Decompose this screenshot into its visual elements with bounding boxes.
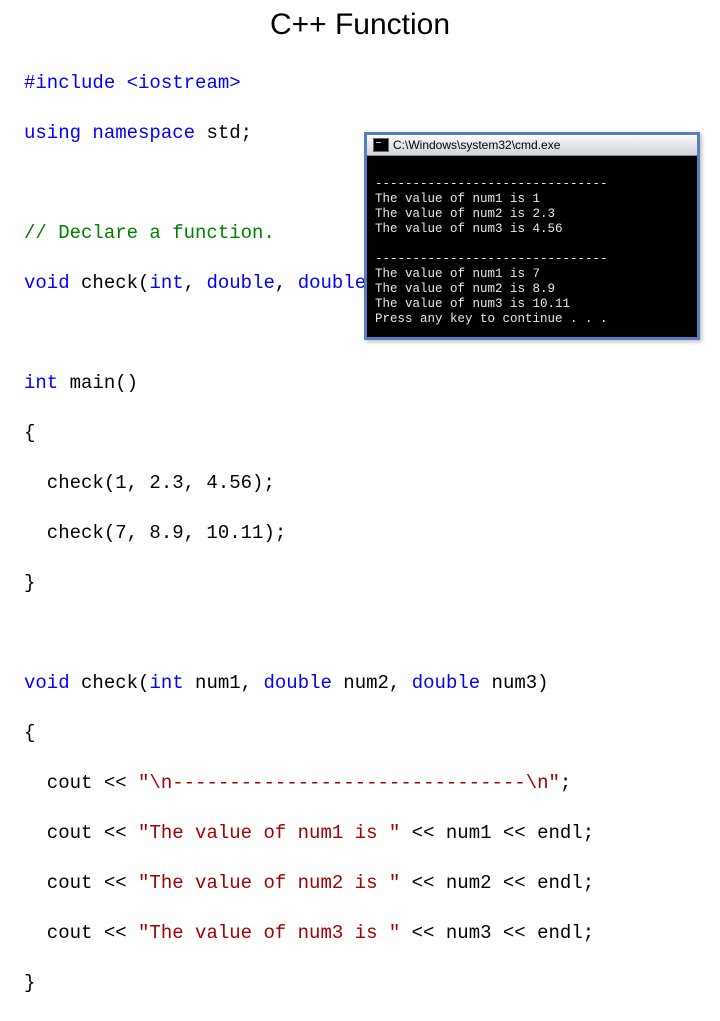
console-titlebar: C:\Windows\system32\cmd.exe: [367, 135, 697, 156]
code-line: cout << "The value of num2 is " << num2 …: [24, 871, 720, 896]
code-text: check(: [70, 272, 150, 294]
brace: }: [24, 572, 35, 594]
console-window: C:\Windows\system32\cmd.exe ------------…: [364, 132, 700, 340]
code-line: cout << "The value of num1 is " << num1 …: [24, 821, 720, 846]
code-text: num1,: [184, 672, 264, 694]
code-text: cout <<: [24, 922, 138, 944]
code-text: std;: [195, 122, 252, 144]
code-line: #include <iostream>: [24, 71, 720, 96]
string-literal: "The value of num1 is ": [138, 822, 400, 844]
code-line: {: [24, 421, 720, 446]
code-text: check(1, 2.3, 4.56);: [24, 472, 275, 494]
code-text: [115, 72, 126, 94]
code-text: ,: [275, 272, 298, 294]
console-output: ------------------------------- The valu…: [367, 156, 697, 337]
code-text: main(): [58, 372, 138, 394]
keyword-void: void: [24, 272, 70, 294]
code-text: ;: [560, 772, 571, 794]
code-line: check(1, 2.3, 4.56);: [24, 471, 720, 496]
string-literal: "The value of num3 is ": [138, 922, 400, 944]
code-line: check(7, 8.9, 10.11);: [24, 521, 720, 546]
code-text: check(7, 8.9, 10.11);: [24, 522, 286, 544]
type-double: double: [263, 672, 331, 694]
keyword-namespace: namespace: [92, 122, 195, 144]
header-iostream: <iostream>: [127, 72, 241, 94]
code-line: int main(): [24, 371, 720, 396]
code-text: num3): [480, 672, 548, 694]
code-line: }: [24, 971, 720, 996]
code-text: [81, 122, 92, 144]
type-int: int: [24, 372, 58, 394]
keyword-using: using: [24, 122, 81, 144]
console-title: C:\Windows\system32\cmd.exe: [393, 138, 560, 152]
page-title: C++ Function: [0, 0, 720, 46]
type-double: double: [412, 672, 480, 694]
code-text: ,: [184, 272, 207, 294]
code-line: cout << "\n-----------------------------…: [24, 771, 720, 796]
code-line: {: [24, 721, 720, 746]
brace: {: [24, 422, 35, 444]
code-text: cout <<: [24, 822, 138, 844]
comment: // Declare a function.: [24, 222, 275, 244]
cmd-icon: [373, 138, 389, 152]
keyword-void: void: [24, 672, 70, 694]
code-line: void check(int num1, double num2, double…: [24, 671, 720, 696]
string-literal: "The value of num2 is ": [138, 872, 400, 894]
code-text: check(: [70, 672, 150, 694]
blank-line: [24, 621, 720, 646]
code-text: cout <<: [24, 772, 138, 794]
code-text: << num1 << endl;: [400, 822, 594, 844]
code-text: << num2 << endl;: [400, 872, 594, 894]
code-line: }: [24, 571, 720, 596]
type-double: double: [298, 272, 366, 294]
brace: }: [24, 972, 35, 994]
keyword-include: #include: [24, 72, 115, 94]
type-int: int: [149, 272, 183, 294]
string-literal: "\n-------------------------------\n": [138, 772, 560, 794]
code-text: num2,: [332, 672, 412, 694]
code-text: << num3 << endl;: [400, 922, 594, 944]
type-int: int: [149, 672, 183, 694]
brace: {: [24, 722, 35, 744]
type-double: double: [206, 272, 274, 294]
code-text: cout <<: [24, 872, 138, 894]
code-line: cout << "The value of num3 is " << num3 …: [24, 921, 720, 946]
